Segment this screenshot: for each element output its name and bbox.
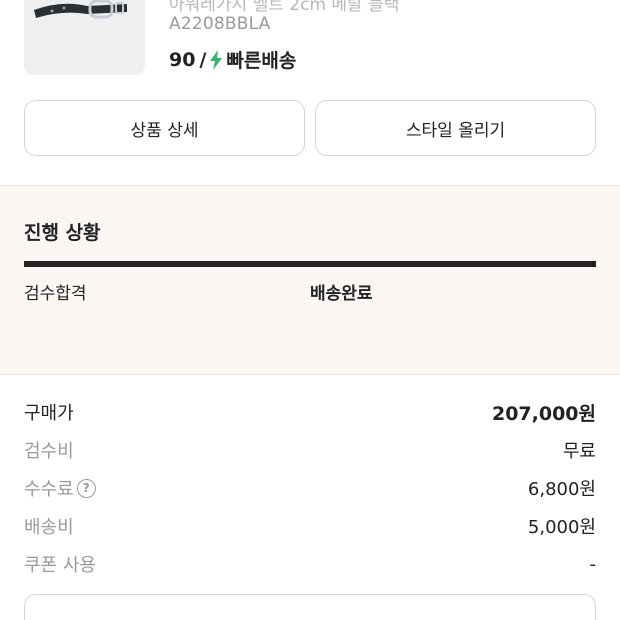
commission-row: 수수료 ? 6,800원	[24, 469, 596, 507]
coupon-value: -	[589, 553, 597, 575]
step-inspection-passed: 검수합격	[24, 284, 87, 304]
coupon-label: 쿠폰 사용	[24, 555, 96, 576]
purchase-price-value: 207,000원	[491, 402, 596, 425]
belt-image	[34, 0, 127, 19]
delivery-type: 빠른배송	[226, 50, 297, 72]
shipping-fee-label: 배송비	[24, 517, 74, 538]
product-code: A2208BBLA	[169, 14, 271, 34]
bottom-action-button[interactable]	[24, 594, 596, 620]
purchase-price-row: 구매가 207,000원	[24, 393, 596, 431]
product-summary: 아워레가시 벨트 2cm 메탈 블랙 A2208BBLA 90 / 빠른배송	[0, 0, 620, 92]
progress-bar	[24, 261, 596, 267]
commission-label: 수수료	[24, 479, 74, 500]
progress-section: 진행 상황 검수합격 배송완료	[0, 185, 620, 375]
inspection-fee-label: 검수비	[24, 441, 74, 462]
product-option-line: 90 / 빠른배송	[169, 46, 296, 73]
action-buttons: 상품 상세 스타일 올리기	[24, 100, 596, 156]
step-delivered: 배송완료	[310, 284, 373, 304]
question-circle-icon[interactable]: ?	[76, 478, 96, 498]
shipping-fee-row: 배송비 5,000원	[24, 507, 596, 545]
inspection-fee-value: 무료	[562, 441, 596, 462]
commission-value: 6,800원	[527, 479, 596, 500]
price-breakdown: 구매가 207,000원 검수비 무료 수수료 ? 6,800원 배송비 5,0…	[24, 393, 596, 583]
coupon-row: 쿠폰 사용 -	[24, 545, 596, 583]
product-name: 아워레가시 벨트 2cm 메탈 블랙	[169, 0, 400, 15]
post-style-button[interactable]: 스타일 올리기	[315, 100, 596, 156]
shipping-fee-value: 5,000원	[527, 517, 596, 538]
commission-label-group: 수수료 ?	[24, 475, 96, 501]
progress-title: 진행 상황	[24, 222, 101, 244]
purchase-price-label: 구매가	[24, 403, 74, 424]
separator: /	[199, 48, 207, 71]
product-detail-button[interactable]: 상품 상세	[24, 100, 305, 156]
lightning-bolt-icon	[210, 49, 223, 70]
inspection-fee-row: 검수비 무료	[24, 431, 596, 469]
product-thumbnail[interactable]	[24, 0, 145, 75]
product-size: 90	[169, 48, 196, 71]
